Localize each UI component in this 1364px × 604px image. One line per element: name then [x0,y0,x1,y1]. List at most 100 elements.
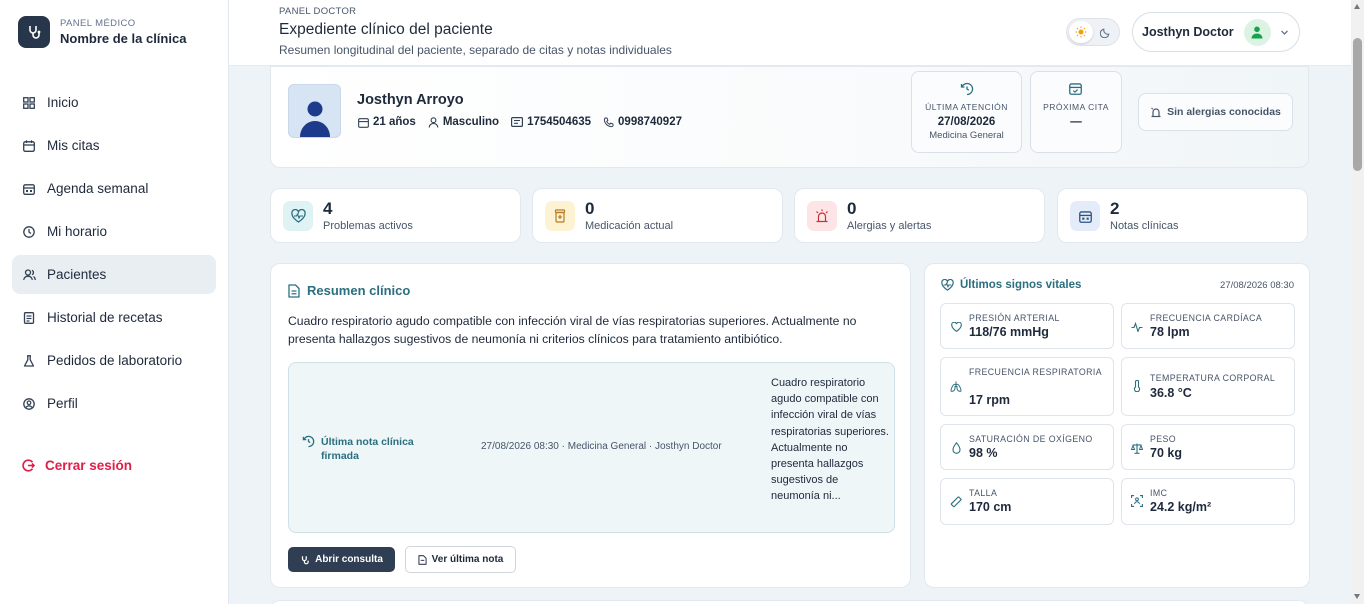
phone-icon [603,116,614,127]
scroll-down-arrow-icon[interactable] [1354,594,1360,599]
heart-pulse-icon [941,279,954,291]
stat-label: Medicación actual [585,220,674,232]
vital-label: PESO [1150,434,1177,444]
brand: PANEL MÉDICO Nombre de la clínica [18,16,186,48]
page-title: Expediente clínico del paciente [279,21,493,38]
vital-label: FRECUENCIA RESPIRATORIA [969,367,1103,377]
stat-value: 2 [1110,199,1120,218]
vital-height: TALLA 170 cm [940,478,1114,525]
clinic-name: Nombre de la clínica [60,31,187,46]
clock-icon [22,225,36,239]
vital-label: PRESIÓN ARTERIAL [969,313,1060,323]
vital-label: TALLA [969,488,998,498]
stat-clinical-notes[interactable]: 2 Notas clínicas [1057,188,1308,243]
patient-id: 1754504635 [511,116,591,128]
calendar-icon [22,139,36,153]
patient-card: Josthyn Arroyo 21 años Masculino 1754504… [270,66,1309,168]
sidebar-item-agenda-semanal[interactable]: Agenda semanal [12,169,216,208]
stat-value: 4 [323,199,333,218]
open-consultation-label: Abrir consulta [315,554,383,565]
sidebar-item-label: Pedidos de laboratorio [47,353,183,368]
patient-phone-value: 0998740927 [618,116,682,128]
vital-value: 70 kg [1150,446,1182,460]
patient-age: 21 años [358,116,416,128]
sidebar-item-pedidos-laboratorio[interactable]: Pedidos de laboratorio [12,341,216,380]
page-scrollbar[interactable] [1351,0,1364,604]
stat-active-problems[interactable]: 4 Problemas activos [270,188,521,243]
sun-icon[interactable] [1069,21,1093,43]
top-header: PANEL DOCTOR Expediente clínico del paci… [229,0,1351,66]
next-appointment-label: PRÓXIMA CITA [1043,102,1109,112]
sidebar-item-historial-recetas[interactable]: Historial de recetas [12,298,216,337]
scroll-up-arrow-icon[interactable] [1354,4,1360,9]
prescription-icon [22,311,36,325]
user-menu[interactable]: Josthyn Doctor [1132,12,1300,52]
vital-bmi: IMC 24.2 kg/m² [1121,478,1295,525]
id-card-icon [511,117,524,127]
scrollbar-thumb[interactable] [1353,38,1362,171]
brand-kicker: PANEL MÉDICO [60,18,136,29]
activity-icon [1131,321,1143,333]
lungs-icon [950,380,962,392]
document-icon [288,283,300,298]
stethoscope-icon [301,555,309,564]
stat-label: Problemas activos [323,220,413,232]
sidebar-item-perfil[interactable]: Perfil [12,384,216,423]
vitals-date: 27/08/2026 08:30 [1220,280,1294,291]
last-note-meta: 27/08/2026 08:30 · Medicina General · Jo… [481,441,722,452]
sidebar-item-pacientes[interactable]: Pacientes [12,255,216,294]
last-note-excerpt: Cuadro respiratorio agudo compatible con… [771,377,889,503]
sidebar-nav: Inicio Mis citas Agenda semanal Mi horar… [12,83,216,427]
stethoscope-icon [18,16,50,48]
sidebar-item-label: Agenda semanal [47,181,149,196]
pill-bottle-icon [545,201,575,231]
history-icon [960,82,974,96]
alert-siren-icon [807,201,837,231]
droplet-icon [950,442,962,454]
vitals-card: Últimos signos vitales 27/08/2026 08:30 … [924,263,1310,588]
next-section-card [270,600,1309,604]
next-appointment-box: PRÓXIMA CITA — [1030,71,1122,153]
sidebar-item-inicio[interactable]: Inicio [12,83,216,122]
scale-icon [1131,442,1143,454]
sidebar-item-label: Pacientes [47,267,107,282]
stat-value: 0 [585,199,595,218]
open-consultation-button[interactable]: Abrir consulta [288,547,395,572]
view-last-note-button[interactable]: Ver última nota [405,546,516,573]
calendar-week-icon [22,182,36,196]
allergies-button[interactable]: Sin alergias conocidas [1138,93,1293,131]
stat-allergies-alerts[interactable]: 0 Alergias y alertas [794,188,1045,243]
vital-value: 17 rpm [969,393,1010,407]
patient-id-value: 1754504635 [527,116,592,128]
theme-toggle[interactable] [1066,18,1120,46]
last-note-label-text: Última nota clínica firmada [321,436,414,462]
vital-oxygen-saturation: SATURACIÓN DE OXÍGENO 98 % [940,424,1114,470]
chevron-down-icon [1280,28,1289,37]
last-visit-label: ÚLTIMA ATENCIÓN [925,102,1008,112]
sidebar-item-mi-horario[interactable]: Mi horario [12,212,216,251]
vital-temperature: TEMPERATURA CORPORAL 36.8 °C [1121,357,1295,416]
vital-heart-rate: FRECUENCIA CARDÍACA 78 lpm [1121,303,1295,349]
moon-icon[interactable] [1093,21,1117,43]
stat-label: Notas clínicas [1110,220,1179,232]
flask-icon [22,354,36,368]
summary-text: Cuadro respiratorio agudo compatible con… [288,314,857,346]
sidebar-item-label: Mis citas [47,138,100,153]
last-visit-specialty: Medicina General [929,130,1004,141]
last-visit-box: ÚLTIMA ATENCIÓN 27/08/2026 Medicina Gene… [911,71,1022,153]
logout-button[interactable]: Cerrar sesión [22,458,132,473]
user-name: Josthyn Doctor [1142,25,1234,39]
patient-avatar [288,84,341,138]
sidebar-item-mis-citas[interactable]: Mis citas [12,126,216,165]
vital-respiratory-rate: FRECUENCIA RESPIRATORIA 17 rpm [940,357,1114,416]
logout-icon [22,459,35,472]
vitals-title: Últimos signos vitales [941,279,1081,291]
stat-current-medication[interactable]: 0 Medicación actual [532,188,783,243]
summary-title: Resumen clínico [288,283,410,298]
users-icon [22,268,36,282]
stat-value: 0 [847,199,857,218]
header-kicker: PANEL DOCTOR [279,6,357,17]
body-scan-icon [1131,495,1143,507]
ruler-icon [950,496,962,508]
last-visit-date: 27/08/2026 [937,116,996,128]
